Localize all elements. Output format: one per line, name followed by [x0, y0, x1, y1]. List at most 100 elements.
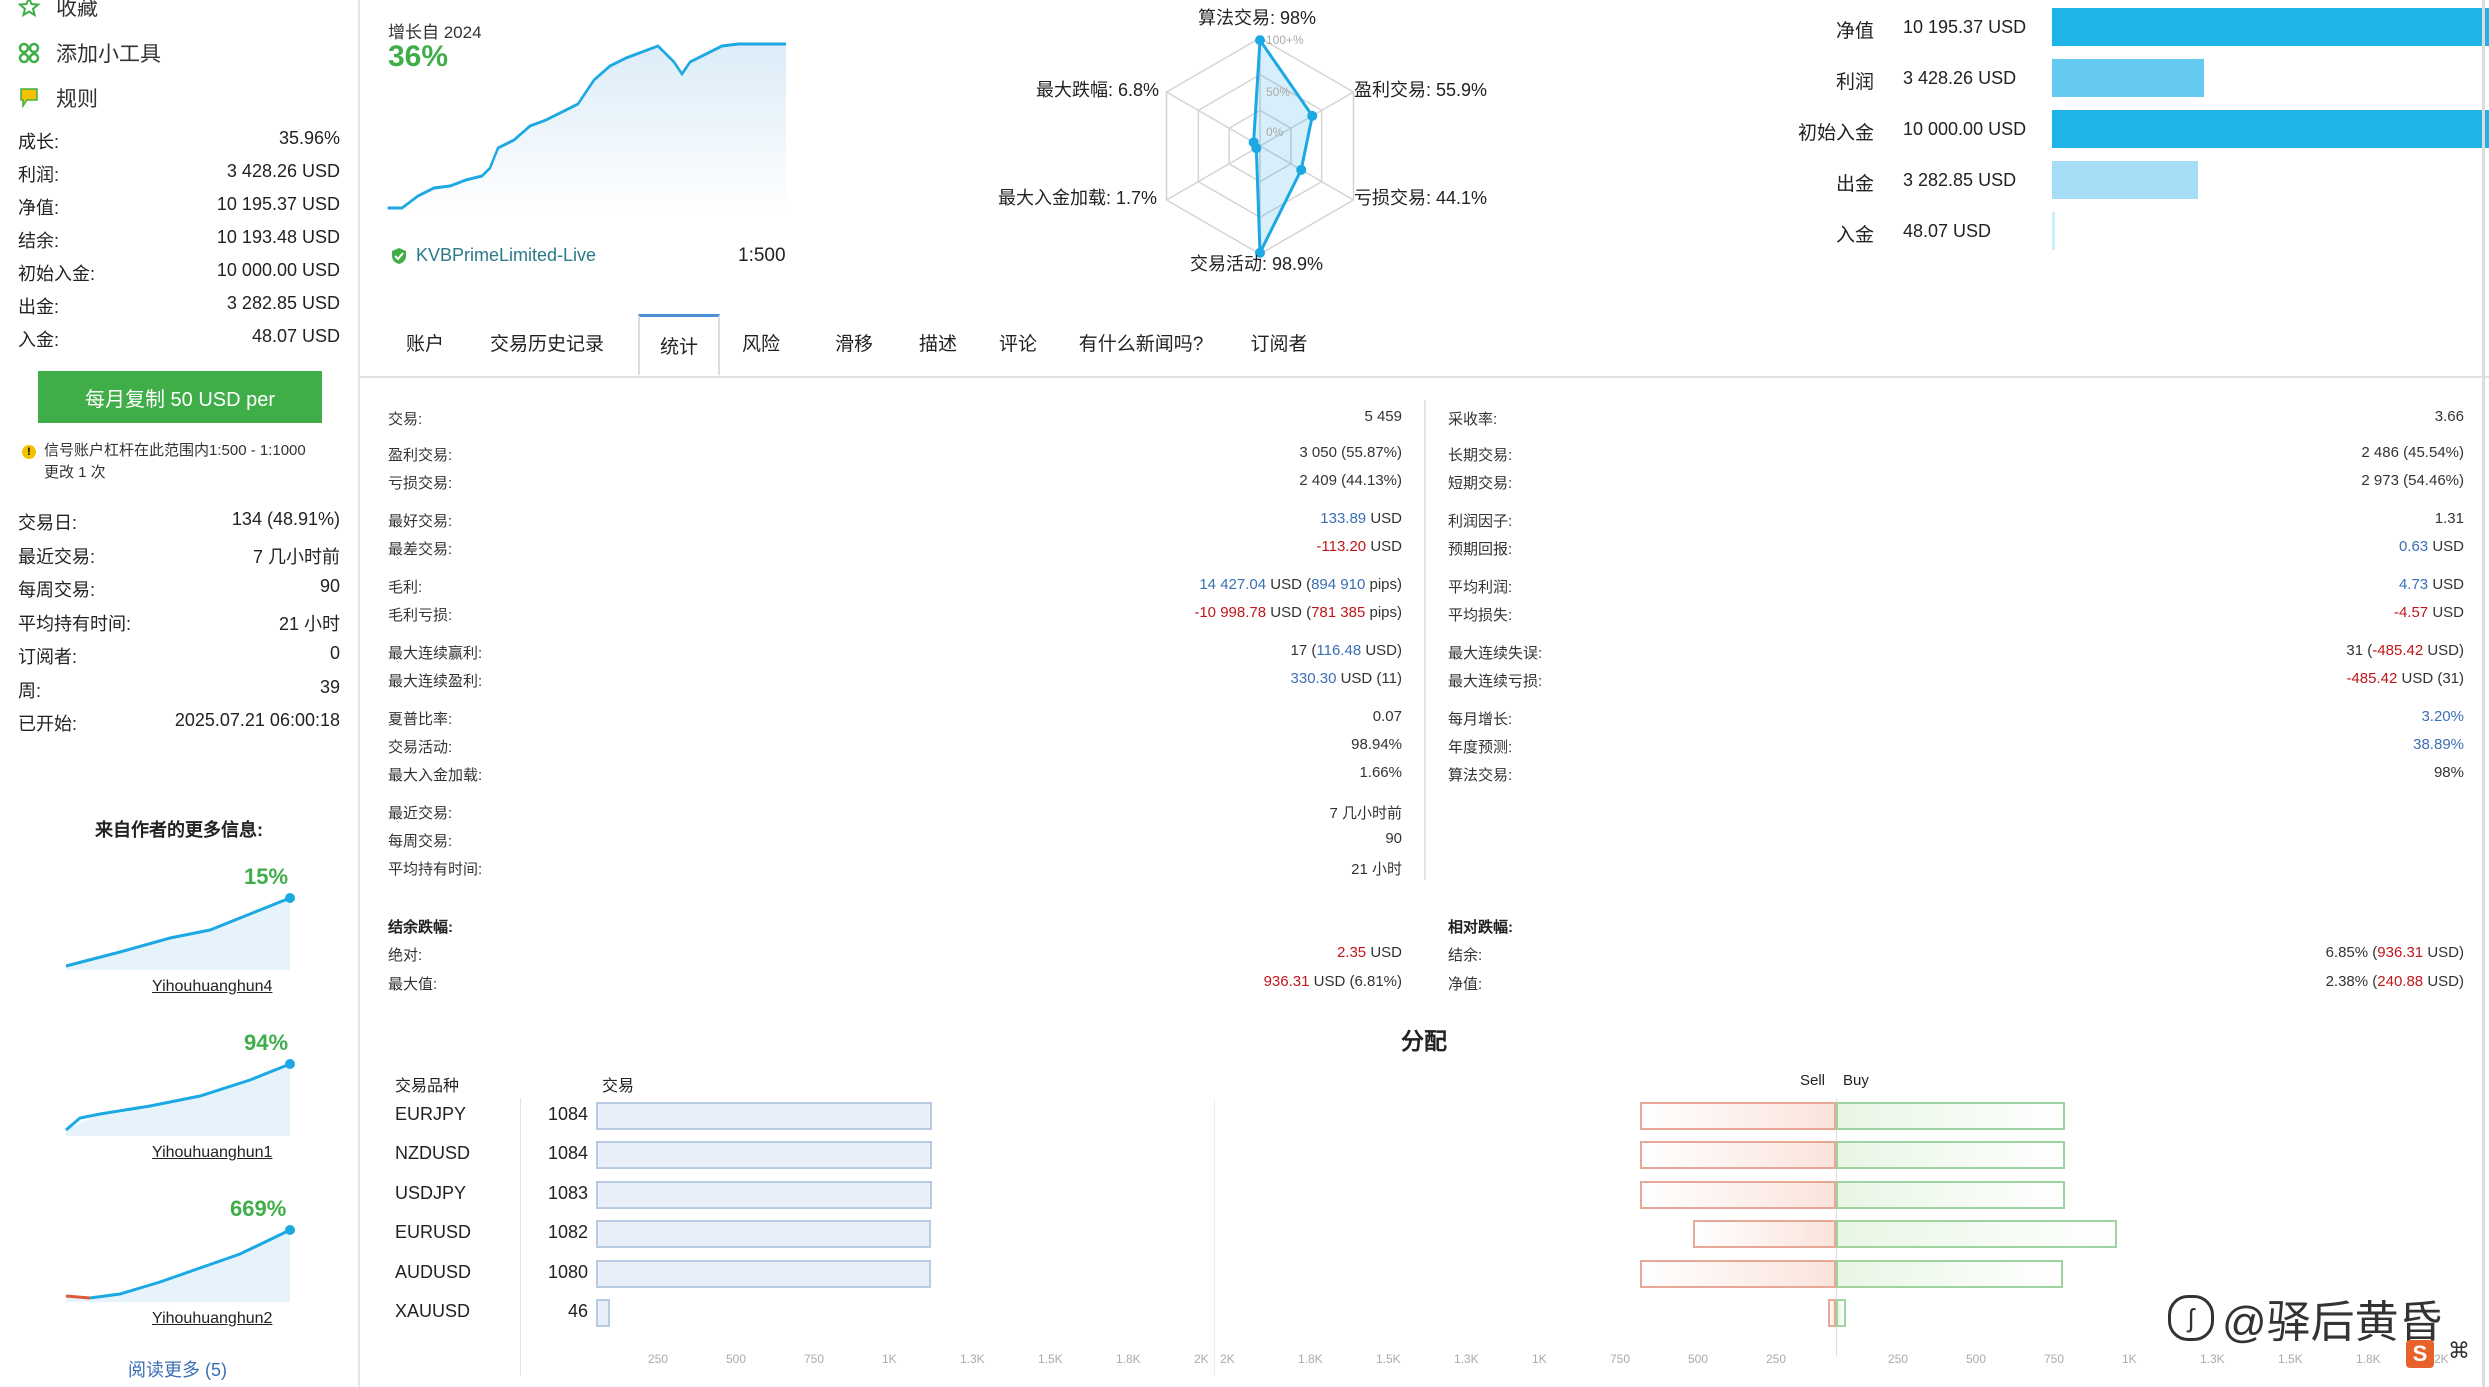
watermark: ʃ @驿后黄昏 — [2168, 1286, 2443, 1350]
signal-name[interactable]: Yihouhuanghun1 — [152, 1144, 272, 1162]
trades-bar[interactable] — [596, 1102, 932, 1130]
verified-shield-icon — [392, 247, 406, 264]
stat-number: 5 459 — [1364, 408, 1402, 425]
tab-4[interactable]: 风险 — [722, 314, 800, 376]
stat-row: 最近交易: 7 几小时前 — [388, 802, 1402, 823]
stat-label: 最差交易: — [388, 541, 453, 558]
stat-number: -485.42 — [2346, 670, 2398, 687]
menu-rules[interactable]: 规则 — [18, 83, 98, 113]
trades-bar[interactable] — [596, 1180, 932, 1209]
buy-bar[interactable] — [1836, 1259, 2063, 1288]
sell-bar[interactable] — [1640, 1102, 1836, 1130]
left-sidebar: 收藏 添加小工具 规则 成长: 35.96% 利润: 3 428.26 USD 净值: 1… — [0, 0, 360, 1387]
signal-name[interactable]: Yihouhuanghun4 — [152, 978, 272, 996]
growth-chart[interactable] — [386, 40, 791, 215]
kv-row: 交易日: 134 (48.91%) — [18, 509, 340, 535]
balance-bar[interactable] — [2052, 59, 2204, 97]
balance-bar[interactable] — [2052, 212, 2055, 250]
trades-bar[interactable] — [596, 1220, 931, 1249]
dist-count: 1084 — [547, 1104, 588, 1124]
sell-bar[interactable] — [1640, 1141, 1836, 1170]
stat-label: 算法交易: — [1448, 767, 1513, 784]
stat-number: 90 — [1385, 830, 1402, 847]
trades-bar[interactable] — [596, 1141, 932, 1170]
axis-tick-label: 750 — [804, 1352, 825, 1366]
sell-bar[interactable] — [1640, 1259, 1836, 1288]
signal-growth: 15% — [244, 864, 289, 889]
stat-label: 最大入金加载: — [388, 767, 483, 784]
ime-toolbar-icon[interactable]: ⌘ — [2444, 1338, 2474, 1368]
stat-row: 利润因子: 1.31 — [1448, 510, 2464, 531]
buy-bar[interactable] — [1836, 1141, 2065, 1170]
stat-number: 133.89 — [1320, 510, 1367, 527]
balance-drawdown-title: 结余跌幅: — [388, 919, 453, 936]
tab-1[interactable]: 账户 — [390, 314, 460, 376]
bar-label: 利润 — [1835, 72, 1874, 93]
tab-7[interactable]: 评论 — [986, 314, 1050, 376]
sell-bar[interactable] — [1693, 1220, 1836, 1249]
axis-tick-label: 500 — [1688, 1352, 1709, 1366]
radar-value-polygon — [1252, 35, 1314, 254]
sogou-ime-icon[interactable]: S — [2406, 1340, 2434, 1368]
tab-8[interactable]: 有什么新闻吗? — [1076, 314, 1206, 376]
stat-value: 2 409 (44.13%) — [1299, 472, 1402, 493]
rules-flag-icon — [20, 88, 38, 109]
page-scrollbar[interactable] — [2482, 0, 2485, 1387]
stat-row: 毛利: 14 427.04 USD (894 910 pips) — [388, 576, 1402, 597]
stat-row: 平均利润: 4.73 USD — [1448, 576, 2464, 597]
stat-row: 最大连续赢利: 17 (116.48 USD) — [388, 642, 1402, 663]
sell-bar[interactable] — [1828, 1299, 1836, 1327]
more-from-author-title: 来自作者的更多信息: — [95, 820, 263, 840]
stat-row: 结余: 6.85% (936.31 USD) — [1448, 944, 2464, 965]
kv-row: 成长: 35.96% — [18, 128, 340, 154]
tab-5[interactable]: 滑移 — [822, 314, 886, 376]
stat-value: 0.07 — [1373, 708, 1402, 729]
buy-bar[interactable] — [1836, 1180, 2065, 1209]
buy-bar[interactable] — [1836, 1220, 2117, 1249]
buy-bar[interactable] — [1836, 1299, 1846, 1327]
stat-row: 每周交易: 90 — [388, 830, 1402, 851]
tab-2[interactable]: 交易历史记录 — [482, 314, 612, 376]
stat-number: 38.89% — [2413, 736, 2464, 753]
stat-number: 7 几小时前 — [1329, 805, 1402, 822]
balance-bar[interactable] — [2052, 110, 2489, 148]
menu-favorites[interactable]: 收藏 — [18, 0, 98, 22]
broker-row[interactable]: KVBPrimeLimited-Live — [390, 245, 596, 266]
balance-bar[interactable] — [2052, 8, 2489, 46]
tab-6[interactable]: 描述 — [906, 314, 970, 376]
trades-bar[interactable] — [596, 1259, 931, 1288]
stat-label: 最大连续盈利: — [388, 673, 483, 690]
bar-value: 3 428.26 USD — [1903, 68, 2017, 88]
stat-row: 盈利交易: 3 050 (55.87%) — [388, 444, 1402, 465]
kv-value: 7 几小时前 — [252, 546, 340, 567]
tab-3[interactable]: 统计 — [638, 314, 720, 376]
tab-9[interactable]: 订阅者 — [1240, 314, 1318, 376]
copy-subscribe-button[interactable]: 每月复制 50 USD per — [38, 371, 322, 423]
stat-row: 亏损交易: 2 409 (44.13%) — [388, 472, 1402, 493]
trades-bar[interactable] — [596, 1299, 610, 1327]
axis-tick-label: 250 — [648, 1352, 669, 1366]
stat-row: 最大连续盈利: 330.30 USD (11) — [388, 670, 1402, 691]
stat-label: 最大连续失误: — [1448, 645, 1543, 662]
stat-number: -485.42 — [2372, 642, 2424, 659]
radar-tick-label: 100+% — [1266, 33, 1304, 47]
stat-row: 最大值: 936.31 USD (6.81%) — [388, 973, 1402, 994]
kv-value: 0 — [329, 643, 340, 663]
stat-number: 116.48 — [1316, 642, 1362, 659]
bar-value: 10 000.00 USD — [1903, 119, 2027, 139]
stat-row: 净值: 2.38% (240.88 USD) — [1448, 973, 2464, 994]
kv-label: 已开始: — [18, 714, 78, 734]
menu-add-widget[interactable]: 添加小工具 — [18, 38, 161, 68]
balance-bar[interactable] — [2052, 161, 2198, 199]
stat-label: 结余: — [1448, 947, 1483, 964]
dist-count: 1084 — [547, 1143, 588, 1164]
sell-bar[interactable] — [1640, 1180, 1836, 1209]
stat-label: 每月增长: — [1448, 711, 1513, 728]
axis-tick-label: 1K — [1532, 1352, 1547, 1366]
kv-row: 最近交易: 7 几小时前 — [18, 543, 340, 569]
kv-row: 初始入金: 10 000.00 USD — [18, 260, 340, 286]
stat-row: 每月增长: 3.20% — [1448, 708, 2464, 729]
buy-bar[interactable] — [1836, 1102, 2065, 1130]
read-more-link[interactable]: 阅读更多 (5) — [128, 1356, 227, 1382]
signal-name[interactable]: Yihouhuanghun2 — [152, 1310, 272, 1328]
